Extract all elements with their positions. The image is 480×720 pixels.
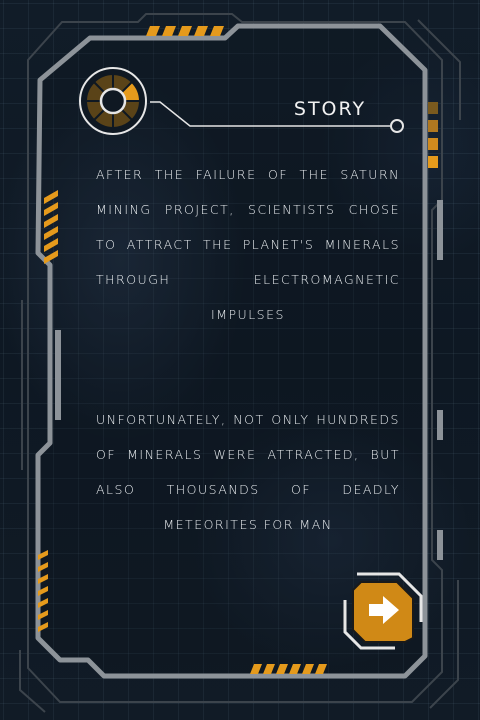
indicator-squares-right	[428, 102, 438, 168]
stripes-top	[146, 26, 224, 36]
story-title: STORY	[293, 98, 367, 120]
story-paragraph-1: AFTER THE FAILURE OF THE SATURN MINING P…	[96, 167, 400, 322]
story-paragraph-2: UNFORTUNATELY, NOT ONLY HUNDREDS OF MINE…	[96, 412, 400, 532]
corner-line-bottom-right	[429, 580, 459, 709]
radar-gauge-icon	[79, 67, 147, 135]
next-button[interactable]	[343, 572, 423, 650]
